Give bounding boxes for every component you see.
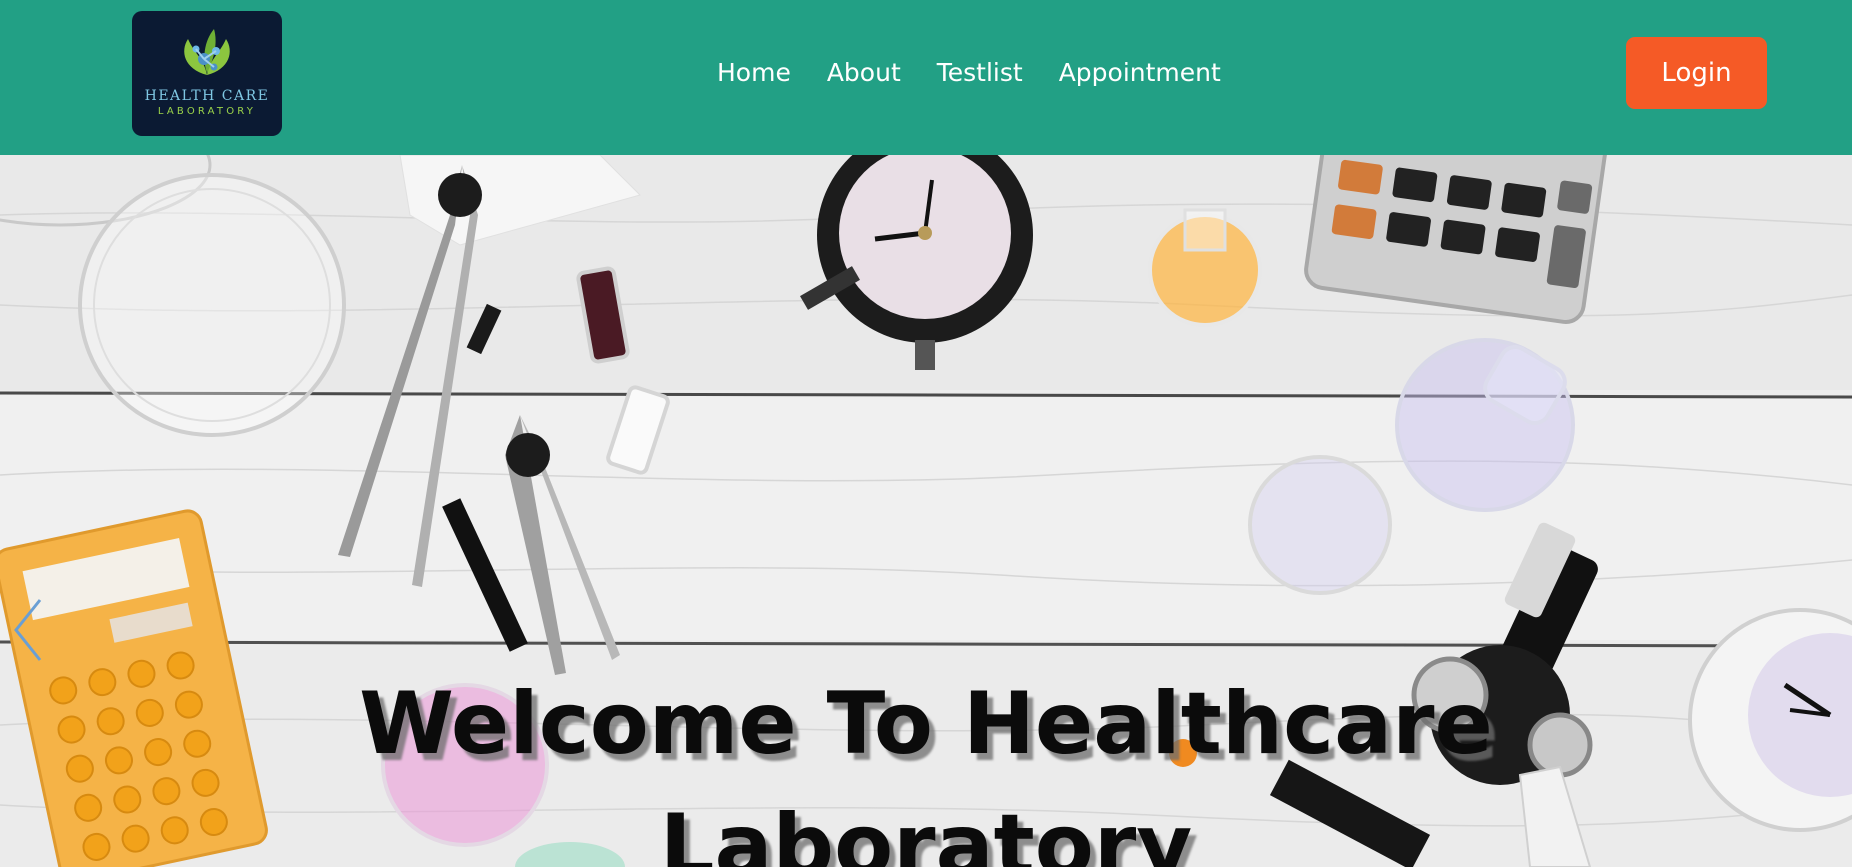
hero-title: Welcome To Healthcare Laboratory xyxy=(0,663,1852,867)
login-button[interactable]: Login xyxy=(1626,37,1767,109)
hero-title-line2: Laboratory xyxy=(659,796,1193,867)
brand-name-line1: HEALTH CARE xyxy=(144,88,270,104)
main-nav: Home About Testlist Appointment xyxy=(717,55,1257,91)
nav-home-link[interactable]: Home xyxy=(717,55,791,91)
nav-appointment-link[interactable]: Appointment xyxy=(1059,55,1221,91)
brand-logo[interactable]: HEALTH CARE LABORATORY xyxy=(132,11,282,136)
chevron-left-icon[interactable] xyxy=(10,595,50,665)
hero-section: Welcome To Healthcare Laboratory xyxy=(0,155,1852,867)
brand-name-line2: LABORATORY xyxy=(157,106,257,117)
site-header: HEALTH CARE LABORATORY Home About Testli… xyxy=(0,0,1852,155)
nav-testlist-link[interactable]: Testlist xyxy=(937,55,1023,91)
hero-title-line1: Welcome To Healthcare xyxy=(359,674,1493,774)
nav-about-link[interactable]: About xyxy=(827,55,901,91)
leaf-molecule-logo-icon xyxy=(184,29,230,75)
